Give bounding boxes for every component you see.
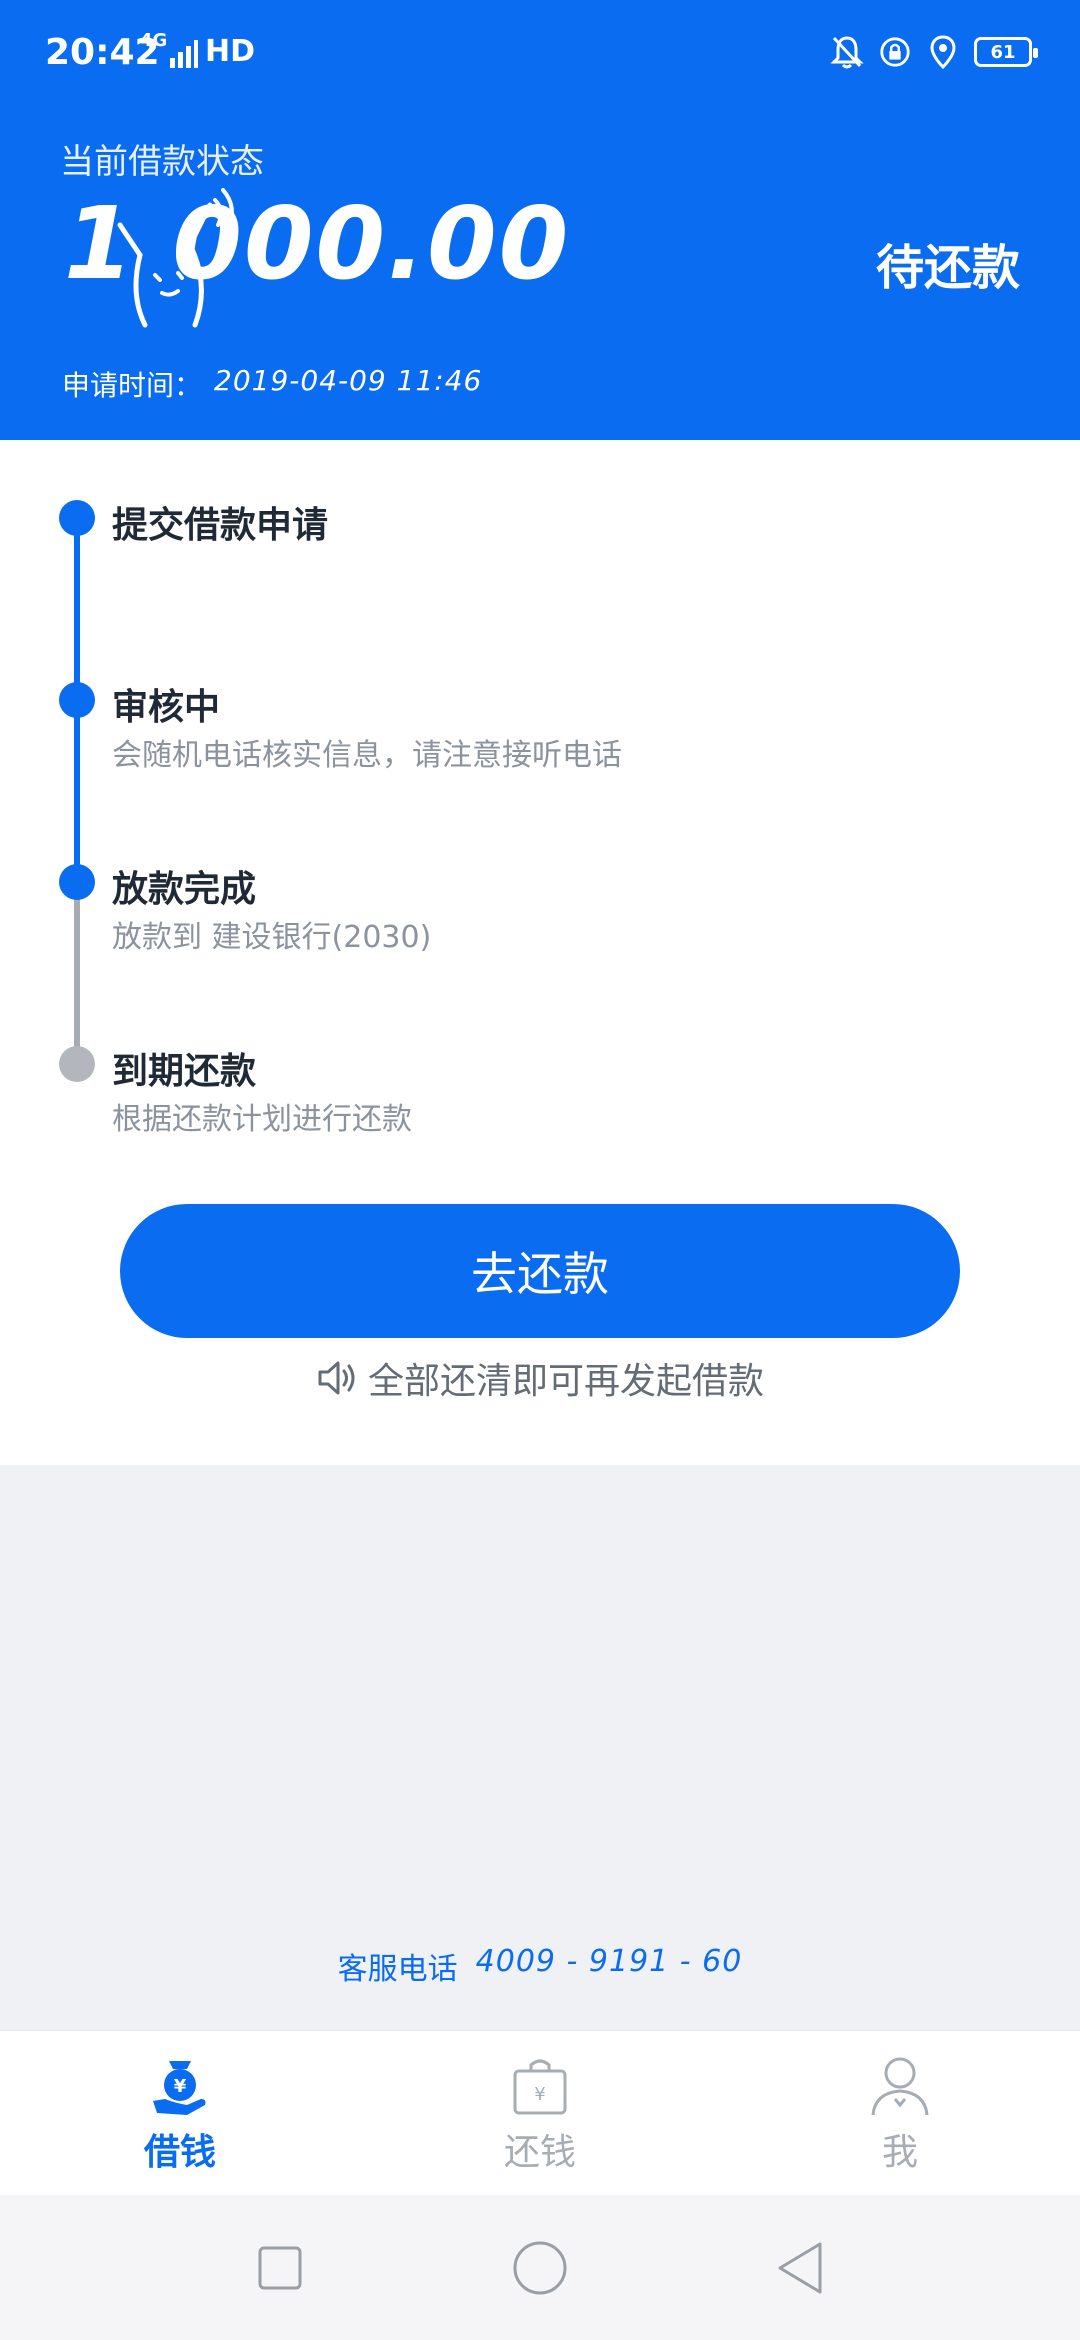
timeline-step-title: 审核中 [112,687,221,728]
apply-time-label: 申请时间： [62,369,203,402]
svg-text:¥: ¥ [534,2084,545,2105]
tab-label: 还钱 [503,2131,576,2173]
tab-repay[interactable]: ¥ 还钱 [360,2031,720,2196]
timeline-step-desc: 根据还款计划进行还款 [112,1102,412,1137]
timeline-step-title: 放款完成 [112,869,257,910]
timeline-connector [74,702,80,884]
apply-time: 申请时间： 2019-04-09 11:46 [62,364,482,404]
timeline-dot-done [59,682,95,718]
money-hand-icon: ¥ [153,2060,206,2115]
timeline-step-desc: 会随机电话核实信息，请注意接听电话 [112,738,622,773]
hd-indicator: HD [205,34,256,69]
timeline-dot-pending [59,1046,95,1082]
tab-borrow[interactable]: ¥ 借钱 [0,2031,360,2196]
tab-me[interactable]: 我 [720,2031,1080,2196]
signal-icon [170,40,198,68]
repayment-status: 待还款 [875,240,1020,296]
service-label: 客服电话 [337,1952,458,1987]
system-nav-bar [0,2195,1080,2340]
apply-time-value: 2019-04-09 11:46 [214,364,483,397]
speaker-icon [318,1361,355,1395]
customer-service[interactable]: 客服电话 4009 - 9191 - 60 [0,1944,1080,1988]
timeline-dot-done [59,500,95,536]
recent-apps-icon[interactable] [250,2238,310,2298]
location-icon [930,35,956,70]
status-icons: 61 [830,32,1038,72]
tab-label: 我 [881,2131,918,2173]
timeline-step-title: 提交借款申请 [112,505,329,546]
home-icon[interactable] [510,2238,570,2298]
tab-label: 借钱 [143,2131,216,2173]
bottom-tab-bar: ¥ 借钱 ¥ 还钱 我 [0,2030,1080,2195]
loan-status-header: 20:42 4G HD 61 当前借款状态 1 000.00 待还款 申请时间：… [0,0,1080,440]
timeline-step-desc: 放款到 建设银行(2030) [112,920,432,955]
notice: 全部还清即可再发起借款 [0,1352,1080,1404]
timeline-step-title: 到期还款 [112,1051,257,1092]
repay-bag-icon: ¥ [513,2059,567,2114]
svg-text:¥: ¥ [174,2076,187,2097]
bell-muted-icon [830,36,864,69]
status-label: 当前借款状态 [60,142,264,182]
service-phone[interactable]: 4009 - 9191 - 60 [476,1944,743,1988]
rotation-lock-icon [880,37,910,67]
timeline-connector [74,884,80,1066]
notice-text: 全部还清即可再发起借款 [367,1361,764,1402]
status-bar: 20:42 4G HD 61 [0,0,1080,110]
timeline-dot-done [59,864,95,900]
repay-button[interactable]: 去还款 [120,1204,960,1338]
network-type: 4G [140,30,168,51]
battery-indicator: 61 [974,37,1038,67]
timeline-connector [74,520,80,702]
cat-doodle-icon [117,188,234,328]
person-icon [871,2057,929,2115]
back-icon[interactable] [770,2238,830,2298]
